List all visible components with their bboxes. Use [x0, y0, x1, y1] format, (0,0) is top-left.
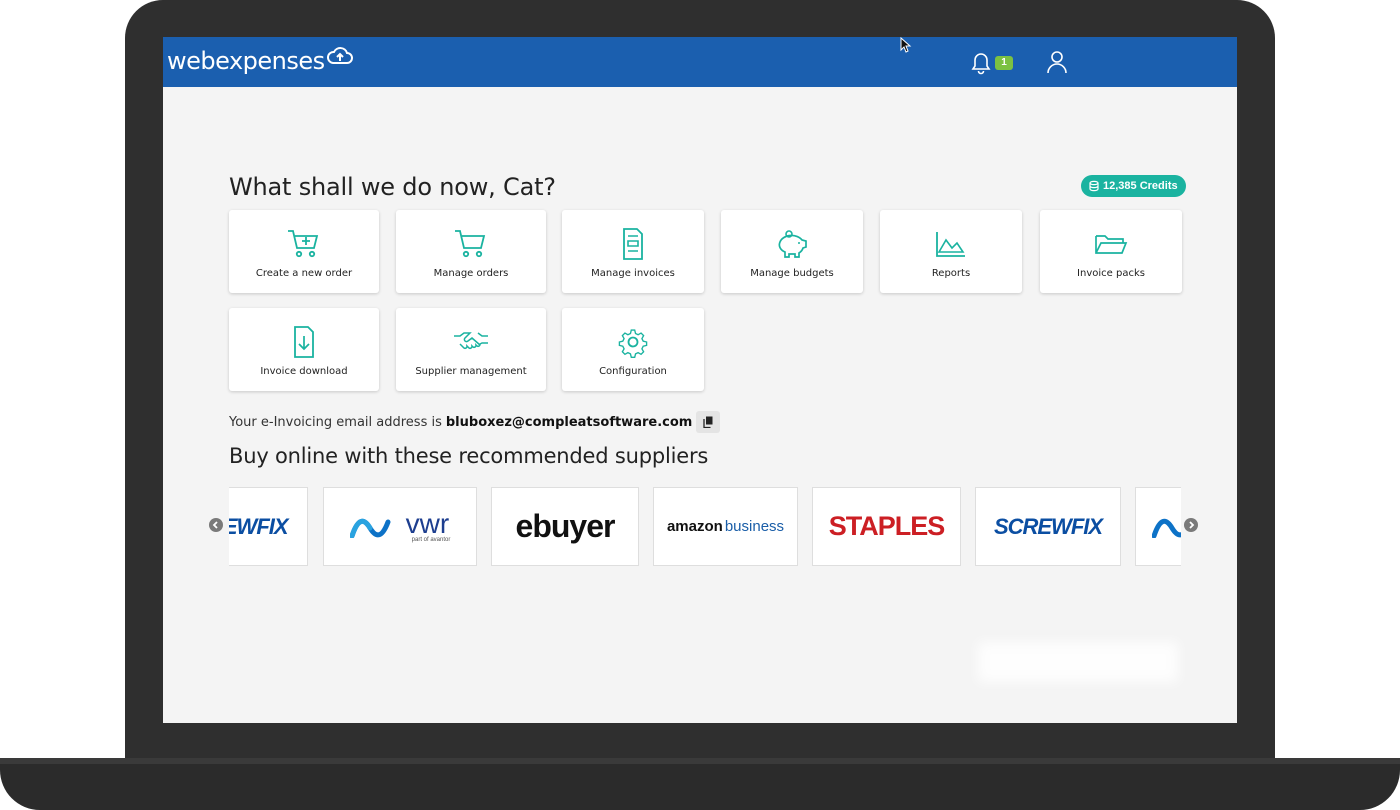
supplier-card-amazon-business[interactable]: amazon business: [653, 487, 798, 566]
tile-label: Manage invoices: [591, 268, 675, 279]
tile-label: Manage orders: [433, 268, 509, 279]
einvoice-info: Your e-Invoicing email address is blubox…: [229, 411, 721, 433]
chevron-right-icon: [1189, 521, 1195, 529]
cloud-upload-icon: [326, 47, 353, 64]
supplier-card-vwr-partial[interactable]: [1135, 487, 1181, 566]
tile-label: Configuration: [599, 366, 667, 377]
cart-icon: [455, 230, 486, 258]
chart-icon: [936, 232, 965, 257]
tile-label: Create a new order: [255, 268, 353, 279]
laptop-base: [0, 758, 1400, 810]
vwr-logo-icon: [349, 518, 391, 538]
tile-supplier-management[interactable]: Supplier management: [396, 308, 546, 391]
suppliers-heading: Buy online with these recommended suppli…: [229, 444, 709, 468]
top-navbar: webexpenses 1: [163, 37, 1237, 87]
credits-label: 12,385 Credits: [1103, 180, 1178, 192]
blurred-overlay: [978, 642, 1178, 682]
copy-icon: [703, 416, 713, 428]
ebuyer-logo-text: ebuyer: [515, 508, 616, 544]
webexpenses-logo[interactable]: webexpenses: [167, 47, 353, 75]
supplier-card-vwr[interactable]: vwr part of avantor: [323, 487, 477, 566]
tile-configuration[interactable]: Configuration: [562, 308, 704, 391]
amazon-logo-text: amazon: [666, 518, 723, 535]
supplier-card-screwfix[interactable]: SCREWFIX: [229, 487, 308, 566]
tile-label: Supplier management: [415, 366, 527, 377]
vwr-logo-text: vwr: [405, 507, 450, 539]
staples-logo-text: STAPLES: [828, 511, 946, 541]
notification-badge[interactable]: 1: [995, 56, 1013, 70]
tile-label: Invoice packs: [1077, 268, 1145, 279]
tile-manage-invoices[interactable]: Manage invoices: [562, 210, 704, 293]
supplier-card-ebuyer[interactable]: ebuyer: [491, 487, 639, 566]
tile-invoice-download[interactable]: Invoice download: [229, 308, 379, 391]
credits-badge[interactable]: 12,385 Credits: [1081, 175, 1186, 197]
logo-text: webexpenses: [167, 47, 325, 75]
supplier-card-screwfix-2[interactable]: SCREWFIX: [975, 487, 1121, 566]
tile-label: Invoice download: [260, 366, 348, 377]
business-logo-text: business: [724, 518, 785, 535]
tile-manage-budgets[interactable]: Manage budgets: [721, 210, 863, 293]
supplier-card-staples[interactable]: STAPLES: [812, 487, 961, 566]
tile-invoice-packs[interactable]: Invoice packs: [1040, 210, 1182, 293]
supplier-carousel: SCREWFIX vwr part of avantor ebuyer amaz…: [229, 487, 1181, 567]
einvoice-prefix: Your e-Invoicing email address is: [229, 414, 442, 430]
einvoice-address: bluboxez@compleatsoftware.com: [445, 414, 693, 430]
file-download-icon: [294, 326, 314, 358]
tile-reports[interactable]: Reports: [880, 210, 1022, 293]
piggy-bank-icon: [778, 230, 807, 258]
folder-icon: [1095, 235, 1128, 254]
vwr-logo-subtext: part of avantor: [411, 536, 451, 543]
gear-icon: [618, 329, 648, 358]
screwfix-logo-text: SCREWFIX: [229, 513, 289, 539]
tile-manage-orders[interactable]: Manage orders: [396, 210, 546, 293]
tile-label: Manage budgets: [750, 268, 834, 279]
tile-create-new-order[interactable]: Create a new order: [229, 210, 379, 293]
page-title: What shall we do now, Cat?: [229, 173, 556, 201]
bell-icon[interactable]: [970, 51, 992, 75]
tile-label: Reports: [931, 268, 971, 279]
handshake-icon: [454, 332, 488, 350]
cart-plus-icon: [288, 230, 319, 258]
mouse-cursor-icon: [900, 37, 912, 53]
screwfix-logo-text: SCREWFIX: [993, 513, 1103, 539]
chevron-left-icon: [212, 521, 218, 529]
app-screen: webexpenses 1 What shall we do now, Cat?…: [163, 37, 1237, 723]
carousel-prev-button[interactable]: [209, 518, 223, 532]
copy-button[interactable]: [696, 411, 721, 433]
coins-icon: [1089, 180, 1099, 192]
user-icon[interactable]: [1045, 49, 1069, 75]
invoice-icon: [623, 228, 643, 260]
carousel-next-button[interactable]: [1184, 518, 1198, 532]
vwr-logo-icon: [1152, 518, 1181, 538]
